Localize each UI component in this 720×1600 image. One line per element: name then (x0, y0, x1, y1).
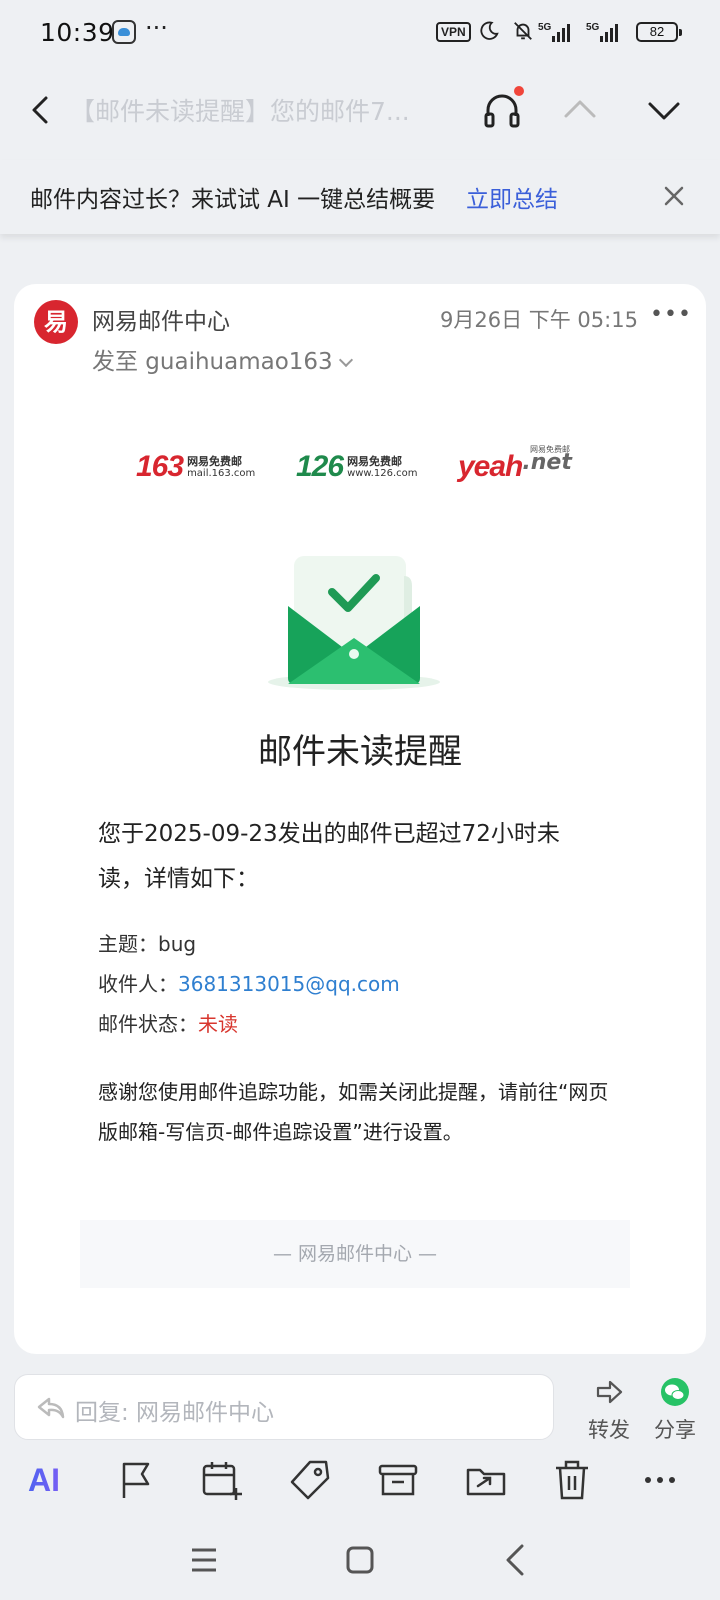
chevron-up-icon[interactable] (558, 88, 602, 132)
notification-dot (514, 86, 524, 96)
summarize-now-link[interactable]: 立即总结 (466, 180, 558, 214)
chevron-down-icon (338, 352, 353, 368)
ai-icon[interactable]: AI (28, 1456, 76, 1504)
back-icon[interactable] (494, 1538, 538, 1582)
recipient-label: 收件人： (98, 972, 178, 996)
signal-icon-2: 5G (586, 22, 618, 42)
tag-icon[interactable] (286, 1456, 334, 1504)
wechat-icon (661, 1378, 689, 1406)
share-label: 分享 (654, 1418, 696, 1442)
mail-subject-title: 【邮件未读提醒】您的邮件7... (70, 97, 410, 126)
status-time: 10:39 (40, 18, 115, 47)
logo-yeah-net: 网易免费邮 yeah.net (458, 445, 572, 483)
menu-icon[interactable] (182, 1538, 226, 1582)
status-row: 邮件状态：未读 (98, 1008, 238, 1037)
system-nav-bar (0, 1518, 720, 1600)
recipient-row: 收件人：3681313015@qq.com (98, 968, 400, 997)
forward-icon (596, 1380, 623, 1404)
recipient-text: 发至 guaihuamao163 (92, 349, 333, 375)
mail-card: 易 网易邮件中心 9月26日 下午 05:15 ••• 发至 guaihuama… (14, 284, 706, 1354)
vpn-icon: VPN (436, 22, 471, 42)
more-notifications-icon: ··· (145, 14, 168, 42)
tracking-notice: 感谢您使用邮件追踪功能，如需关闭此提醒，请前往“网页版邮箱-写信页-邮件追踪设置… (98, 1080, 609, 1144)
home-icon[interactable] (338, 1538, 382, 1582)
forward-button[interactable]: 转发 (574, 1378, 644, 1444)
mail-date: 9月26日 下午 05:15 (440, 308, 638, 332)
mail-footer: — 网易邮件中心 — (80, 1220, 630, 1288)
mail-top-bar: 【邮件未读提醒】您的邮件7... (0, 66, 720, 156)
mute-bell-icon (514, 22, 532, 40)
reply-input[interactable]: 回复: 网易邮件中心 (14, 1374, 554, 1440)
calendar-add-icon[interactable] (198, 1456, 246, 1504)
reply-icon (37, 1397, 65, 1419)
recipient-line[interactable]: 发至 guaihuamao163 (92, 342, 353, 376)
sender-avatar[interactable]: 易 (34, 300, 78, 344)
move-folder-icon[interactable] (462, 1456, 510, 1504)
more-icon[interactable]: ••• (650, 302, 692, 327)
do-not-disturb-icon (480, 21, 499, 40)
signal-icon-1: 5G (538, 22, 570, 42)
back-arrow-icon[interactable] (22, 86, 62, 134)
close-icon[interactable] (660, 182, 688, 210)
envelope-check-icon (268, 556, 440, 690)
svg-text:5G: 5G (586, 22, 600, 33)
archive-icon[interactable] (374, 1456, 422, 1504)
subject-row: 主题：bug (98, 928, 196, 957)
brand-logos: 163 网易免费邮 mail.163.com 126 网易免费邮 www.126.com… (14, 445, 706, 490)
svg-text:5G: 5G (538, 22, 552, 33)
flag-icon[interactable] (112, 1456, 160, 1504)
ai-summary-banner: 邮件内容过长？来试试 AI 一键总结概要 立即总结 (0, 160, 720, 234)
ai-banner-text: 邮件内容过长？来试试 AI 一键总结概要 (30, 187, 436, 213)
status-value: 未读 (198, 1012, 238, 1036)
sender-name[interactable]: 网易邮件中心 (92, 302, 230, 336)
cloud-icon (112, 20, 136, 44)
trash-icon[interactable] (548, 1456, 596, 1504)
more-icon[interactable] (636, 1456, 684, 1504)
subject-value: bug (158, 932, 197, 956)
logo-126: 126 网易免费邮 www.126.com (296, 450, 418, 483)
forward-label: 转发 (588, 1418, 630, 1442)
recipient-email-link[interactable]: 3681313015@qq.com (178, 972, 400, 996)
mail-intro: 您于2025-09-23发出的邮件已超过72小时未读，详情如下： (98, 821, 560, 892)
reply-placeholder: 回复: 网易邮件中心 (75, 1400, 275, 1426)
mail-body-title: 邮件未读提醒 (258, 732, 462, 772)
status-bar: 10:39 ··· VPN 5G 5G 82 (0, 0, 720, 66)
status-label: 邮件状态： (98, 1012, 198, 1036)
logo-163: 163 网易免费邮 mail.163.com (136, 450, 256, 483)
subject-label: 主题： (98, 932, 158, 956)
mail-toolbar: AI (0, 1450, 720, 1510)
chevron-down-icon[interactable] (642, 88, 686, 132)
battery-icon: 82 (636, 22, 682, 42)
share-button[interactable]: 分享 (640, 1378, 710, 1444)
